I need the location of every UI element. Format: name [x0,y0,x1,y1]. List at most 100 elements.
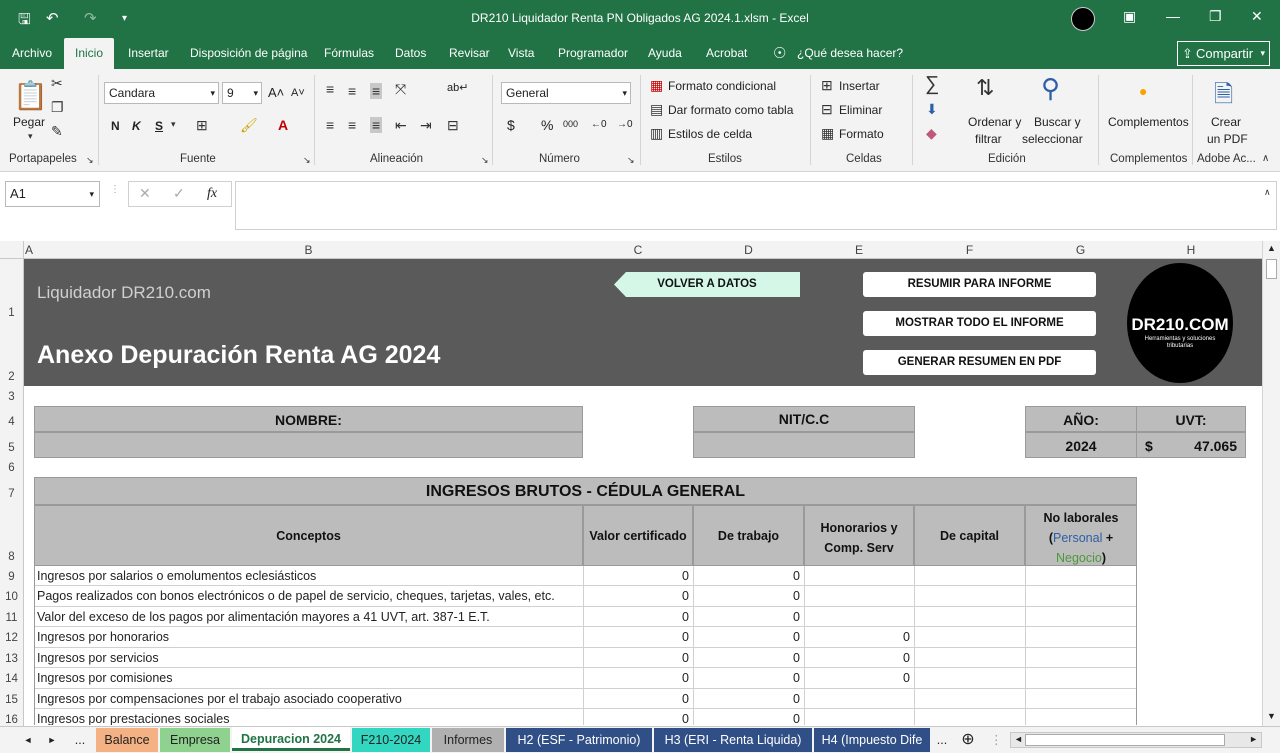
dialog-launcher-icon[interactable]: ↘ [627,155,635,166]
tab-inicio[interactable]: Inicio [64,38,114,69]
increase-decimal-icon[interactable]: ←0 [591,119,607,130]
sheet-tab-depuracion[interactable]: Depuracion 2024 [232,727,350,751]
font-name-select[interactable]: Candara ▾ [104,82,219,104]
row-header[interactable]: 6 [0,458,24,477]
tab-revisar[interactable]: Revisar [449,38,490,69]
sheet-tab-more-left[interactable]: ... [70,728,90,752]
column-header[interactable]: B [34,243,583,257]
tab-disposicion[interactable]: Disposición de página [190,38,307,69]
prev-sheet-icon[interactable]: ◄ [22,728,34,752]
currency-icon[interactable]: $ [507,117,515,133]
dialog-launcher-icon[interactable]: ↘ [303,155,311,166]
select-all[interactable] [0,241,24,259]
align-left-icon[interactable]: ≡ [326,117,334,133]
restore-icon[interactable]: ❐ [1209,8,1222,25]
row-header[interactable]: 7 [0,477,24,505]
tab-acrobat[interactable]: Acrobat [706,38,747,69]
autosum-icon[interactable]: ∑ [925,73,939,96]
next-sheet-icon[interactable]: ► [46,728,58,752]
nit-value[interactable] [693,432,915,458]
row-header[interactable]: 10 [0,586,24,607]
underline-button[interactable]: S [155,119,163,133]
fill-icon[interactable]: ⬇ [926,101,938,118]
enter-icon[interactable]: ✓ [173,185,185,202]
align-top-icon[interactable]: ≡ [326,81,334,97]
sheet-tab-h3[interactable]: H3 (ERI - Renta Liquida) [654,728,812,752]
column-header[interactable]: G [1025,243,1136,257]
insert-function-icon[interactable]: fx [207,186,217,202]
sheet-tab-f210[interactable]: F210-2024 [352,728,430,752]
row-header[interactable]: 16 [0,709,24,726]
format-painter-icon[interactable]: ✎ [51,123,63,140]
vertical-scrollbar[interactable]: ▲ ▼ [1262,241,1280,726]
splitter-icon[interactable]: ⋮ [990,728,1003,752]
column-header[interactable]: D [693,243,804,257]
ribbon-display-icon[interactable]: ▣ [1123,8,1136,25]
expand-formula-icon[interactable]: ∧ [1264,187,1271,198]
chevron-down-icon[interactable]: ▾ [171,119,176,130]
scroll-left-icon[interactable]: ◄ [1014,734,1023,744]
insert-cells-button[interactable]: Insertar [839,79,880,93]
row-header[interactable]: 13 [0,648,24,668]
uvt-value[interactable]: $ 47.065 [1136,432,1246,458]
column-header[interactable]: H [1136,243,1246,257]
comma-style-icon[interactable]: 000 [563,119,578,129]
wrap-text-icon[interactable]: ab↵ [447,81,468,94]
scroll-thumb[interactable] [1266,259,1277,279]
column-header[interactable]: E [804,243,914,257]
row-header[interactable]: 11 [0,607,24,627]
row-header[interactable]: 4 [0,406,24,432]
tab-insertar[interactable]: Insertar [128,38,169,69]
name-box[interactable]: A1 ▾ [5,181,100,207]
addins-button[interactable]: Complementos [1108,115,1189,129]
number-format-select[interactable]: General ▾ [501,82,631,104]
align-middle-icon[interactable]: ≡ [348,83,356,99]
row-header[interactable]: 15 [0,689,24,709]
share-button[interactable]: ⇪ Compartir ▾ [1177,41,1270,66]
scroll-right-icon[interactable]: ► [1249,734,1258,744]
row-header[interactable]: 14 [0,668,24,689]
clear-icon[interactable]: ◆ [926,125,937,142]
align-center-icon[interactable]: ≡ [348,117,356,133]
percent-icon[interactable]: % [541,117,553,133]
font-size-select[interactable]: 9 ▾ [222,82,262,104]
bold-button[interactable]: N [111,119,120,133]
scroll-down-icon[interactable]: ▼ [1267,711,1276,721]
tab-formulas[interactable]: Fórmulas [324,38,374,69]
sheet-tab-more-right[interactable]: ... [932,728,952,752]
shrink-font-icon[interactable]: A˅ [291,87,305,99]
row-header[interactable]: 2 [0,326,24,386]
sheet-tab-empresa[interactable]: Empresa [160,728,230,752]
sort-filter-button[interactable]: Ordenar y [968,115,1021,129]
row-header[interactable]: 8 [0,505,24,566]
orientation-icon[interactable]: ⤧ [395,81,406,98]
increase-indent-icon[interactable]: ⇥ [420,117,432,134]
add-sheet-icon[interactable]: ⊕ [958,728,978,752]
merge-center-icon[interactable]: ⊟ [447,117,459,134]
anio-value[interactable]: 2024 [1025,432,1136,458]
collapse-ribbon-icon[interactable]: ∧ [1262,153,1269,164]
sheet-tab-h4[interactable]: H4 (Impuesto Dife [814,728,930,752]
account-avatar[interactable] [1071,7,1095,31]
delete-cells-button[interactable]: Eliminar [839,103,882,117]
table-format-button[interactable]: Dar formato como tabla [668,103,793,117]
cell-styles-button[interactable]: Estilos de celda [668,127,752,141]
decrease-indent-icon[interactable]: ⇤ [395,117,407,134]
tell-me-search[interactable]: ¿Qué desea hacer? [797,38,903,69]
column-header[interactable]: C [583,243,693,257]
row-header[interactable]: 9 [0,566,24,586]
tab-datos[interactable]: Datos [395,38,426,69]
tab-vista[interactable]: Vista [508,38,534,69]
paste-label[interactable]: Pegar [13,115,45,129]
close-icon[interactable]: ✕ [1251,8,1263,25]
row-header[interactable]: 1 [0,259,24,326]
cut-icon[interactable]: ✂ [51,75,63,92]
dialog-launcher-icon[interactable]: ↘ [86,155,94,166]
font-color-icon[interactable]: A [278,117,288,133]
italic-button[interactable]: K [132,119,141,133]
align-bottom-icon[interactable]: ≡ [370,83,383,99]
h-scroll-thumb[interactable] [1025,734,1225,746]
horizontal-scrollbar[interactable]: ◄ ► [1010,732,1262,748]
column-header[interactable]: F [914,243,1025,257]
format-cells-button[interactable]: Formato [839,127,884,141]
